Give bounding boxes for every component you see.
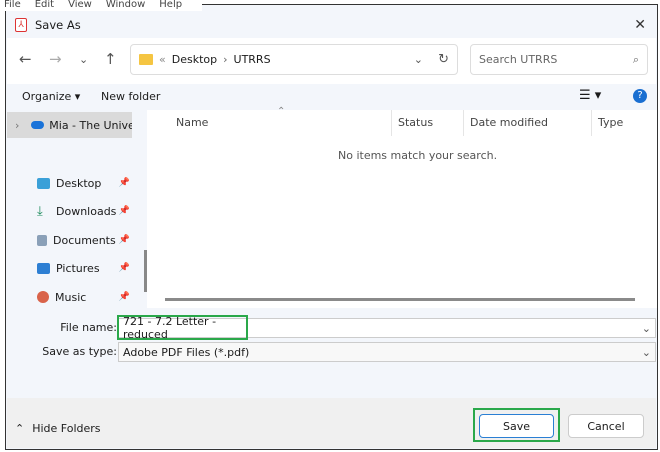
expand-chevron-icon[interactable]: › (15, 119, 19, 132)
breadcrumb-separator-icon: › (223, 53, 227, 66)
pin-icon: 📌 (119, 206, 130, 216)
pin-icon: 📌 (119, 235, 130, 245)
desktop-icon (37, 178, 50, 189)
address-dropdown-icon[interactable]: ⌄ (414, 53, 423, 66)
dialog-footer: ⌃ Hide Folders Save Cancel (7, 398, 656, 448)
save-as-type-select[interactable]: Adobe PDF Files (*.pdf) ⌄ (118, 342, 656, 362)
file-name-highlight: 721 - 7.2 Letter - reduced (117, 315, 248, 340)
save-as-type-label: Save as type: (7, 345, 117, 358)
column-divider[interactable] (463, 110, 464, 136)
pictures-icon (37, 263, 50, 274)
hide-folders-label: Hide Folders (32, 422, 100, 435)
file-name-value: 721 - 7.2 Letter - reduced (123, 315, 246, 341)
breadcrumb-overflow[interactable]: « (159, 53, 166, 66)
help-icon[interactable]: ? (633, 89, 647, 103)
empty-message: No items match your search. (338, 149, 497, 162)
sidebar-item-music[interactable]: Music 📌 (7, 284, 132, 310)
search-placeholder: Search UTRRS (479, 53, 557, 66)
onedrive-cloud-icon (31, 121, 44, 129)
recent-chevron-down-icon[interactable]: ⌄ (79, 53, 88, 66)
menu-help[interactable]: Help (159, 0, 182, 11)
sidebar-label: Documents (53, 234, 116, 247)
horizontal-scrollbar[interactable] (165, 298, 635, 301)
refresh-icon[interactable]: ↻ (438, 52, 449, 67)
column-divider[interactable] (391, 110, 392, 136)
sidebar-label: Pictures (56, 262, 100, 275)
pin-icon: 📌 (119, 178, 130, 188)
file-name-label: File name: (7, 321, 117, 334)
sidebar-item-onedrive[interactable]: › Mia - The Univer (7, 112, 132, 138)
sidebar-label: Downloads (56, 205, 116, 218)
forward-arrow-icon[interactable]: → (49, 50, 62, 68)
toolbar: Organize ▾ New folder ☰ ▾ ? (7, 84, 656, 110)
menu-file[interactable]: File (4, 0, 21, 11)
up-arrow-icon[interactable]: ↑ (104, 50, 117, 68)
music-icon (37, 291, 49, 303)
sidebar-label: Music (55, 291, 86, 304)
menu-window[interactable]: Window (106, 0, 145, 11)
chevron-down-icon[interactable]: ⌄ (642, 346, 651, 359)
folder-icon (139, 54, 153, 65)
sort-ascending-icon: ⌃ (277, 106, 285, 117)
column-status[interactable]: Status (398, 116, 433, 129)
column-divider[interactable] (591, 110, 592, 136)
breadcrumb-desktop[interactable]: Desktop (172, 53, 217, 66)
breadcrumb-utrrs[interactable]: UTRRS (234, 53, 271, 66)
save-type-value: Adobe PDF Files (*.pdf) (123, 346, 249, 359)
save-options: File name: ⌄ 721 - 7.2 Letter - reduced … (7, 308, 656, 398)
column-date-modified[interactable]: Date modified (470, 116, 548, 129)
pin-icon: 📌 (119, 292, 130, 302)
menu-view[interactable]: View (68, 0, 92, 11)
navigation-bar: ← → ⌄ ↑ « Desktop › UTRRS ⌄ ↻ Search UTR… (7, 38, 656, 84)
dialog-title: Save As (35, 18, 81, 32)
organize-button[interactable]: Organize ▾ (22, 90, 80, 103)
title-bar: ⅄ Save As ✕ (7, 11, 656, 38)
hide-folders-button[interactable]: ⌃ Hide Folders (15, 422, 101, 435)
chevron-up-icon: ⌃ (15, 422, 24, 435)
column-type[interactable]: Type (598, 116, 623, 129)
sidebar-item-pictures[interactable]: Pictures 📌 (7, 255, 132, 281)
new-folder-button[interactable]: New folder (101, 90, 160, 103)
navigation-pane: › Mia - The Univer Desktop📌 ⤓Downloads📌 … (7, 110, 147, 308)
pin-icon: 📌 (119, 263, 130, 273)
sidebar-label: Desktop (56, 177, 101, 190)
column-name[interactable]: Name (176, 116, 208, 129)
sidebar-label: Mia - The Univer (49, 119, 132, 132)
file-list: ⌃ Name Status Date modified Type No item… (147, 110, 657, 308)
back-arrow-icon[interactable]: ← (19, 50, 32, 68)
chevron-down-icon[interactable]: ⌄ (642, 322, 651, 335)
documents-icon (37, 235, 47, 246)
save-button[interactable]: Save (479, 414, 554, 438)
pdf-app-icon: ⅄ (15, 18, 27, 32)
cancel-button[interactable]: Cancel (568, 414, 644, 438)
download-icon: ⤓ (37, 206, 50, 217)
view-options-icon[interactable]: ☰ ▾ (579, 88, 601, 103)
address-bar[interactable]: « Desktop › UTRRS ⌄ ↻ (130, 44, 458, 75)
sidebar-item-documents[interactable]: Documents📌 (7, 227, 132, 253)
app-menubar: File Edit View Window Help (0, 0, 202, 11)
close-icon[interactable]: ✕ (634, 17, 646, 33)
search-icon: ⌕ (633, 53, 639, 67)
search-input[interactable]: Search UTRRS ⌕ (470, 44, 648, 75)
sidebar-item-desktop[interactable]: Desktop 📌 (7, 170, 132, 196)
menu-edit[interactable]: Edit (35, 0, 54, 11)
sidebar-item-downloads[interactable]: ⤓ Downloads📌 (7, 198, 132, 224)
